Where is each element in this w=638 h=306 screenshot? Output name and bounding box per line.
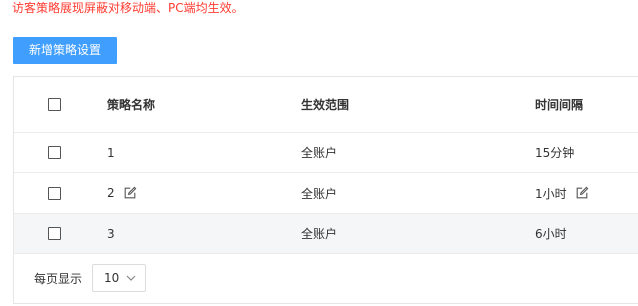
row-check-cell: [48, 173, 61, 213]
policy-name-cell: 1: [107, 133, 115, 172]
policy-interval-cell: 6小时: [535, 214, 567, 253]
table-row: 2 全账户 1小时: [14, 173, 638, 214]
row-checkbox[interactable]: [48, 227, 61, 240]
row-checkbox[interactable]: [48, 146, 61, 159]
column-header-interval: 时间间隔: [535, 98, 584, 112]
policy-scope: 全账户: [301, 146, 338, 160]
row-check-cell: [48, 214, 61, 253]
table-header-row: 策略名称 生效范围 时间间隔: [14, 77, 638, 133]
per-page-label: 每页显示: [34, 272, 83, 286]
select-all-cell: [48, 77, 61, 132]
row-checkbox[interactable]: [48, 186, 61, 200]
pagination: 每页显示 10: [14, 254, 638, 304]
select-all-checkbox[interactable]: [48, 98, 61, 111]
table-row: 1 全账户 15分钟: [14, 133, 638, 173]
policy-table: 策略名称 生效范围 时间间隔 1 全账户 15分钟 2 全账户 1小时 3 全账…: [13, 76, 638, 304]
policy-name-cell: 3: [107, 214, 115, 253]
policy-interval-cell: 15分钟: [535, 133, 574, 172]
add-policy-button[interactable]: 新增策略设置: [13, 37, 117, 64]
policy-interval: 15分钟: [535, 146, 575, 160]
page-size-select[interactable]: 10: [92, 264, 146, 292]
column-header-name: 策略名称: [107, 98, 156, 112]
row-check-cell: [48, 133, 61, 172]
policy-name: 3: [107, 226, 115, 241]
column-header-scope: 生效范围: [301, 98, 350, 112]
policy-name: 2: [107, 186, 115, 200]
policy-interval: 1小时: [535, 186, 567, 201]
table-row: 3 全账户 6小时: [14, 214, 638, 254]
policy-interval-cell: 1小时: [535, 173, 589, 213]
policy-scope: 全账户: [301, 186, 338, 201]
policy-notice: 访客策略展现屏蔽对移动端、PC端均生效。: [12, 1, 244, 15]
edit-icon[interactable]: [123, 186, 137, 200]
page-size-value: 10: [104, 271, 120, 285]
policy-scope: 全账户: [301, 227, 338, 241]
policy-interval: 6小时: [535, 227, 567, 241]
policy-name-cell: 2: [107, 173, 137, 213]
policy-name: 1: [107, 145, 115, 160]
chevron-down-icon: [126, 274, 136, 282]
edit-icon[interactable]: [575, 186, 589, 200]
